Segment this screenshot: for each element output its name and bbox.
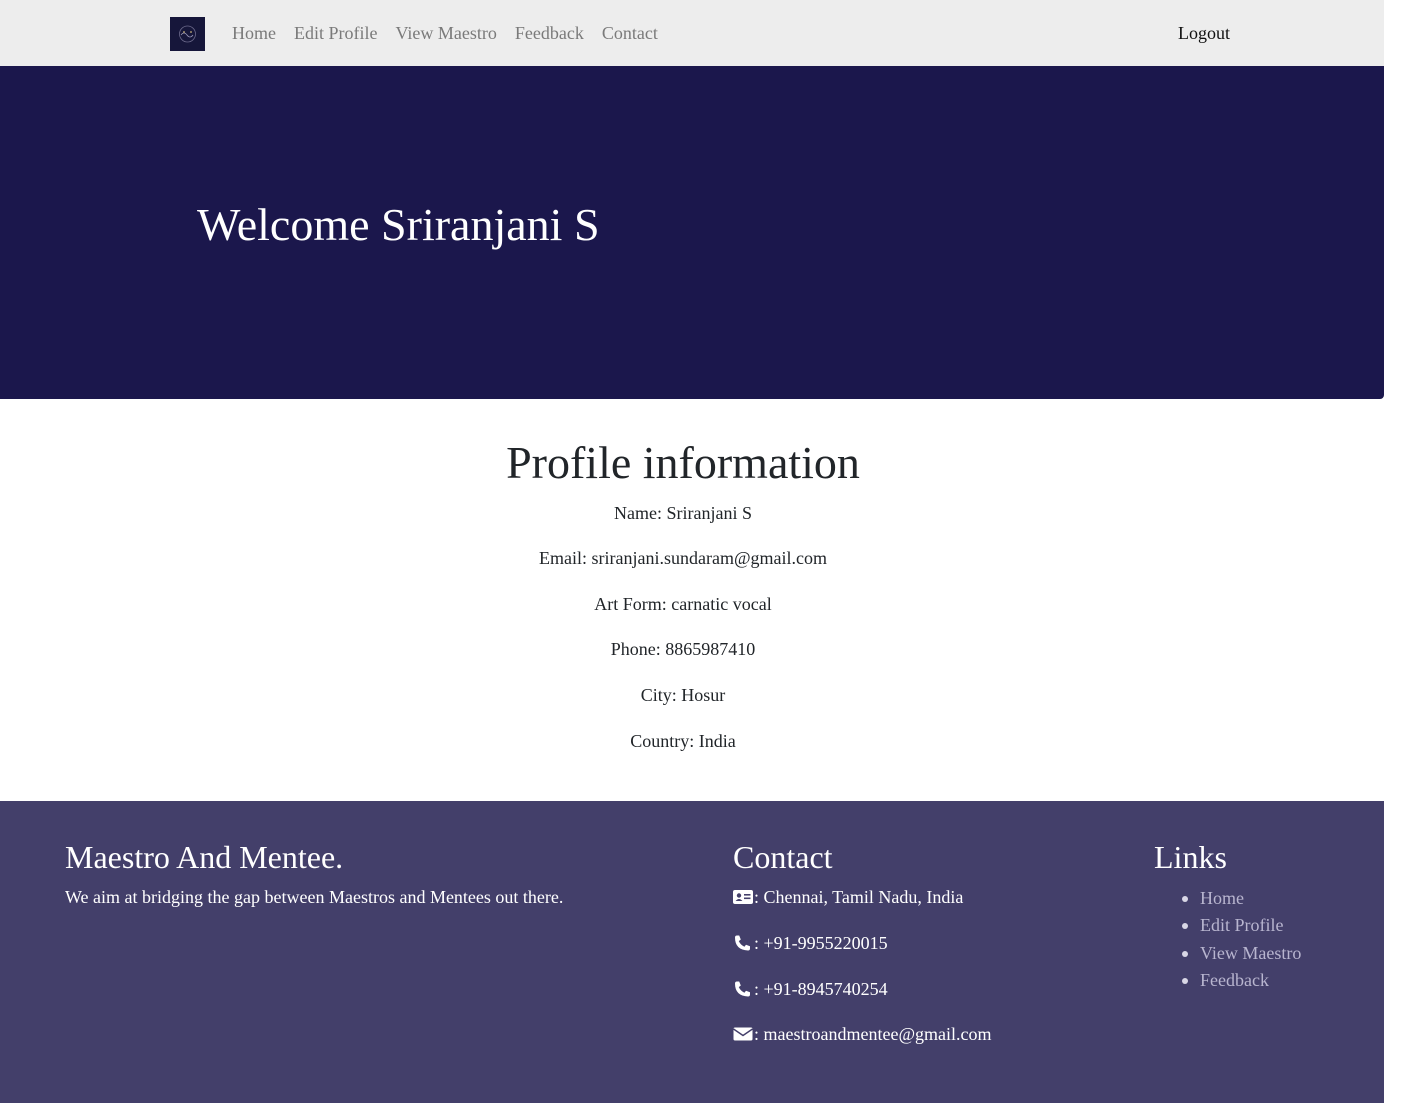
- bullet-icon: [1182, 896, 1188, 902]
- profile-section: Profile information Name: Sriranjani S E…: [0, 399, 1366, 801]
- contact-phone-2: : +91-8945740254: [733, 977, 888, 1001]
- logout-link[interactable]: Logout: [1178, 0, 1230, 66]
- envelope-icon: [733, 1025, 753, 1043]
- contact-address-text: : Chennai, Tamil Nadu, India: [754, 887, 964, 907]
- footer-link-edit-profile[interactable]: Edit Profile: [1182, 912, 1301, 939]
- footer-link-home[interactable]: Home: [1182, 885, 1301, 912]
- page: Home Edit Profile View Maestro Feedback …: [0, 0, 1384, 1103]
- address-card-icon: [733, 888, 753, 906]
- contact-phone-2-text: : +91-8945740254: [754, 979, 888, 999]
- footer-tagline: We aim at bridging the gap between Maest…: [65, 887, 564, 907]
- brand-logo-icon[interactable]: [170, 17, 205, 51]
- profile-city: City: Hosur: [640, 685, 726, 705]
- contact-email: : maestroandmentee@gmail.com: [733, 1022, 992, 1046]
- nav-link-contact[interactable]: Contact: [602, 0, 658, 66]
- profile-title: Profile information: [506, 437, 860, 488]
- phone-icon: [733, 934, 753, 952]
- welcome-heading: Welcome Sriranjani S: [197, 199, 600, 250]
- footer-link-label: Feedback: [1200, 969, 1269, 990]
- nav-link-feedback[interactable]: Feedback: [515, 0, 584, 66]
- footer-links-title: Links: [1154, 839, 1227, 875]
- footer-link-label: View Maestro: [1200, 942, 1302, 963]
- top-navbar: Home Edit Profile View Maestro Feedback …: [0, 0, 1384, 66]
- profile-art-form: Art Form: carnatic vocal: [594, 594, 772, 614]
- footer-link-label: Home: [1200, 888, 1244, 908]
- nav-link-view-maestro[interactable]: View Maestro: [396, 0, 497, 66]
- profile-email: Email: sriranjani.sundaram@gmail.com: [539, 548, 827, 568]
- footer-brand-title: Maestro And Mentee.: [65, 839, 344, 875]
- profile-country: Country: India: [630, 731, 736, 751]
- footer-contact-title: Contact: [733, 839, 833, 875]
- profile-name: Name: Sriranjani S: [614, 503, 752, 523]
- hero-banner: Welcome Sriranjani S: [0, 66, 1384, 399]
- footer-link-feedback[interactable]: Feedback: [1182, 967, 1301, 994]
- footer-link-view-maestro[interactable]: View Maestro: [1182, 940, 1301, 967]
- bullet-icon: [1182, 977, 1188, 984]
- contact-phone-1-text: : +91-9955220015: [754, 933, 888, 953]
- profile-phone: Phone: 8865987410: [610, 639, 756, 659]
- nav-link-edit-profile[interactable]: Edit Profile: [294, 0, 378, 66]
- footer: Maestro And Mentee. We aim at bridging t…: [0, 801, 1384, 1103]
- nav-link-home[interactable]: Home: [232, 0, 276, 66]
- bullet-icon: [1182, 950, 1188, 957]
- footer-link-label: Edit Profile: [1200, 915, 1284, 936]
- contact-email-text: : maestroandmentee@gmail.com: [754, 1024, 992, 1044]
- phone-icon: [733, 980, 753, 998]
- nav-links: Home Edit Profile View Maestro Feedback …: [232, 0, 676, 66]
- footer-links-list: Home Edit Profile View Maestro Feedback: [1182, 885, 1301, 994]
- contact-phone-1: : +91-9955220015: [733, 931, 888, 955]
- bullet-icon: [1182, 923, 1188, 930]
- contact-address: : Chennai, Tamil Nadu, India: [733, 885, 963, 909]
